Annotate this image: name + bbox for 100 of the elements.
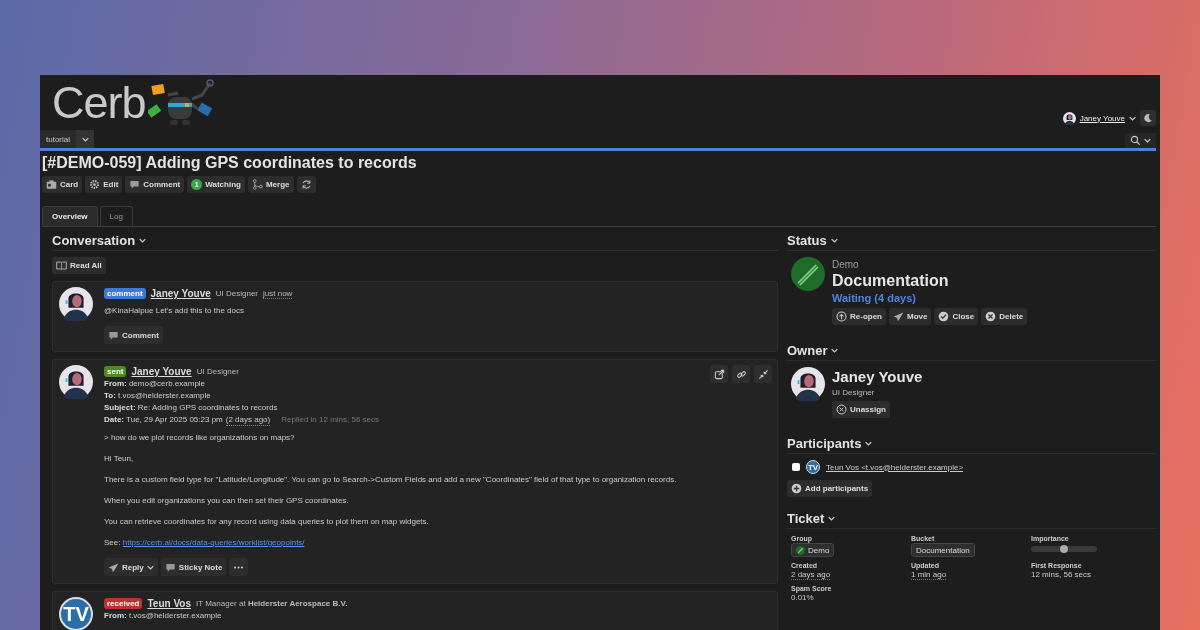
- plus-icon: [791, 483, 802, 494]
- header-line: To: t.vos@helderster.example: [104, 390, 211, 401]
- paper-plane-icon: [108, 561, 119, 573]
- message-paragraph: When you edit organizations you can then set their GPS coordinates.: [104, 495, 350, 507]
- up-arrow-icon: [836, 311, 847, 322]
- message-type-badge: received: [104, 598, 143, 609]
- author-link[interactable]: Teun Vos: [147, 598, 191, 609]
- section-heading: Ticket: [787, 511, 825, 526]
- card-button[interactable]: Card: [42, 176, 83, 193]
- tab[interactable]: Overview: [42, 206, 98, 226]
- note-button[interactable]: Sticky Note: [160, 558, 227, 576]
- message-paragraph: @KinaHalpue Let's add this to the docs: [104, 305, 245, 317]
- pencil-badge-icon: [796, 545, 805, 555]
- bucket-name: Documentation: [832, 272, 950, 290]
- chevron-icon: [139, 238, 147, 243]
- avatar: [59, 287, 93, 321]
- more-button[interactable]: [229, 558, 249, 576]
- delete-icon: [985, 311, 997, 322]
- reopen-button[interactable]: Re-open: [832, 308, 886, 325]
- message-type-badge: comment: [104, 288, 146, 299]
- author-link[interactable]: Janey Youve: [131, 366, 192, 377]
- author-role: IT Manager at Helderster Aerospace B.V.: [196, 599, 348, 608]
- close-button[interactable]: Close: [934, 308, 979, 325]
- link-button[interactable]: [732, 365, 750, 383]
- avatar: [1062, 111, 1076, 125]
- author-role: UI Designer: [196, 367, 239, 376]
- timestamp: just now: [263, 288, 293, 299]
- note-icon: [164, 561, 176, 573]
- message-paragraph: See: https://cerb.ai/docs/data-queries/worklist/geopoints/: [104, 537, 306, 549]
- slider-thumb[interactable]: [1060, 545, 1068, 553]
- delete-button[interactable]: Delete: [981, 308, 1028, 325]
- check-icon: [938, 311, 950, 322]
- message-paragraph: There is a custom field type for "Latitude/Longitude". You can go to Search->Custom Fields and add a new "Coordinates" field of that type to organization records.: [104, 474, 678, 486]
- bucket-chip[interactable]: Documentation: [911, 543, 975, 557]
- chevron-icon: [81, 136, 89, 142]
- unassign-button[interactable]: Unassign: [832, 401, 890, 418]
- comment-button[interactable]: Comment: [104, 326, 163, 344]
- avatar: [59, 365, 93, 399]
- move-button[interactable]: Move: [889, 308, 932, 325]
- docs-link[interactable]: https://cerb.ai/docs/data-queries/worklist/geopoints/: [122, 538, 305, 547]
- search-icon: [1130, 135, 1141, 146]
- comment-button[interactable]: Comment: [125, 176, 185, 193]
- group-chip[interactable]: Demo: [791, 543, 835, 557]
- speech-bubble-icon: [129, 179, 141, 190]
- header-line: Subject: Re: Adding GPS coordinates to records: [104, 402, 278, 413]
- chevron-icon: [831, 348, 839, 353]
- field-value: 2 days ago: [791, 570, 831, 580]
- user-menu-link[interactable]: Janey Youve: [1079, 113, 1125, 123]
- popout-button[interactable]: [710, 365, 728, 383]
- field-value: 12 mins, 56 secs: [1031, 570, 1092, 579]
- checkbox[interactable]: [792, 463, 800, 471]
- workspace-menu-button[interactable]: [76, 130, 94, 148]
- chevron-icon: [830, 238, 838, 243]
- speech-bubble-icon: [108, 329, 119, 341]
- pencil-badge-icon: [791, 257, 825, 291]
- message-paragraph: > how do we plot records like organizations on maps?: [104, 432, 296, 444]
- chevron-icon: [828, 516, 836, 521]
- field-value: 0.01%: [791, 593, 814, 602]
- section-heading: Conversation: [52, 233, 136, 248]
- edit-button[interactable]: Edit: [85, 176, 123, 193]
- avatar: [791, 367, 825, 401]
- read-all-button[interactable]: Read All: [52, 257, 106, 274]
- link-icon: [735, 368, 747, 380]
- owner-role: UI Designer: [832, 388, 876, 397]
- collapse-button[interactable]: [754, 365, 772, 383]
- section-heading: Owner: [787, 343, 828, 358]
- section-heading: Status: [787, 233, 827, 248]
- message-paragraph: You can retrieve coordinates for any record using data queries to plot them on map widgets.: [104, 516, 430, 528]
- author-link[interactable]: Janey Youve: [150, 288, 211, 299]
- card-icon: [46, 179, 57, 190]
- external-link-icon: [713, 368, 725, 380]
- gear-icon: [89, 179, 101, 190]
- header-line: From: demo@cerb.example: [104, 378, 206, 389]
- message-paragraph: Hi Teun,: [104, 453, 135, 465]
- moon-icon: [1143, 113, 1153, 123]
- chevron-icon: [865, 441, 873, 446]
- chevron-icon: [146, 564, 154, 570]
- chevron-icon: [1129, 115, 1136, 121]
- book-icon: [56, 260, 67, 271]
- robot-mascot-drawing: [147, 78, 214, 127]
- relative-date: (2 days ago): [225, 414, 271, 426]
- paper-plane-icon: [893, 311, 904, 322]
- add-participants-button[interactable]: Add participants: [787, 480, 873, 497]
- chevron-icon: [1144, 138, 1151, 143]
- logo-wordmark: Cerb: [52, 80, 146, 125]
- tab[interactable]: Log: [99, 206, 133, 226]
- refresh-icon: [300, 179, 312, 190]
- refresh-button[interactable]: [296, 176, 316, 193]
- importance-slider[interactable]: [1031, 546, 1097, 552]
- dark-mode-button[interactable]: [1140, 110, 1156, 126]
- merge-button[interactable]: Merge: [247, 176, 294, 193]
- message-type-badge: sent: [104, 366, 127, 377]
- search-button[interactable]: [1125, 133, 1156, 148]
- owner-name: Janey Youve: [832, 368, 924, 385]
- remove-icon: [836, 404, 847, 415]
- avatar: TV: [806, 460, 820, 474]
- collapse-icon: [757, 368, 769, 380]
- avatar: TV: [59, 597, 93, 630]
- reply-button[interactable]: Reply: [104, 558, 158, 576]
- participant-link[interactable]: Teun Vos <t.vos@helderster.example>: [826, 462, 964, 472]
